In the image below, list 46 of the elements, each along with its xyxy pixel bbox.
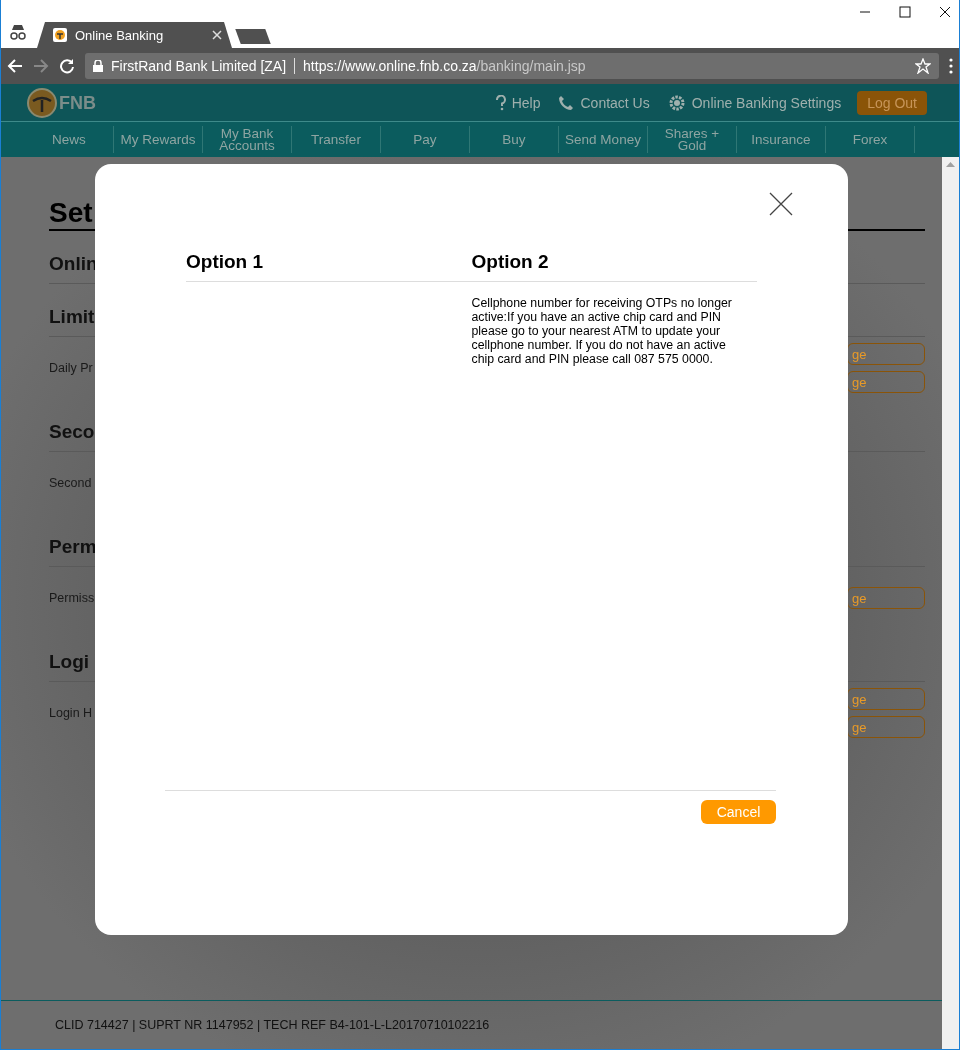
cancel-button[interactable]: Cancel: [701, 800, 776, 824]
setting-label: Permiss: [49, 591, 95, 605]
nav-item[interactable]: Transfer: [292, 126, 381, 153]
menu-icon[interactable]: [949, 58, 953, 74]
browser-tab[interactable]: Online Banking: [37, 22, 232, 48]
option-heading: Option 2: [471, 248, 757, 282]
scrollbar[interactable]: [942, 157, 959, 1049]
footer-reference-text: CLID 714427 | SUPRT NR 1147952 | TECH REF B4-101-L-L20170710102216: [55, 1018, 490, 1032]
incognito-icon: [9, 24, 27, 40]
setting-label: Second: [49, 476, 92, 490]
nav-item[interactable]: My Rewards: [114, 126, 203, 153]
close-tab-icon[interactable]: [212, 30, 222, 40]
site-identity-label: FirstRand Bank Limited [ZA]: [111, 58, 287, 74]
reload-icon[interactable]: [59, 58, 75, 74]
header-link[interactable]: Online Banking Settings: [667, 93, 842, 112]
bank-favicon-icon: [53, 28, 67, 42]
lock-icon: [93, 60, 103, 72]
close-icon[interactable]: [939, 6, 951, 18]
tab-title: Online Banking: [75, 27, 165, 43]
log-out-button[interactable]: Log Out: [857, 90, 927, 115]
help-icon: [495, 94, 506, 111]
nav-item[interactable]: Forex: [826, 126, 915, 153]
address-bar[interactable]: FirstRand Bank Limited [ZA] https://www.online.fnb.co.za/banking/main.jsp: [85, 53, 939, 79]
setting-label: Daily Pr: [49, 361, 93, 375]
header-link[interactable]: Help: [495, 94, 541, 111]
close-icon: [769, 192, 793, 216]
settings-icon: [667, 93, 686, 112]
nav-item[interactable]: Insurance: [737, 126, 826, 153]
maximize-icon[interactable]: [899, 6, 911, 18]
setting-label: Login H: [49, 706, 93, 720]
nav-item[interactable]: Pay: [381, 126, 470, 153]
nav-item[interactable]: Shares + Gold: [648, 126, 737, 153]
new-tab-button[interactable]: [235, 29, 271, 44]
option-heading: Option 1: [186, 248, 472, 282]
back-arrow-icon[interactable]: [7, 58, 23, 74]
nav-item[interactable]: Send Money: [559, 126, 648, 153]
url-text: https://www.online.fnb.co.za/banking/main.jsp: [303, 58, 587, 74]
phone-icon: [558, 94, 575, 111]
nav-item[interactable]: Buy: [470, 126, 559, 153]
close-button[interactable]: [769, 192, 793, 216]
star-icon[interactable]: [915, 58, 931, 74]
nav-item[interactable]: My Bank Accounts: [203, 126, 292, 153]
header-link[interactable]: Contact Us: [558, 94, 650, 111]
tree-logo-icon: [27, 87, 57, 118]
bank-logo-text: FNB: [59, 93, 96, 112]
nav-item[interactable]: News: [25, 126, 114, 153]
